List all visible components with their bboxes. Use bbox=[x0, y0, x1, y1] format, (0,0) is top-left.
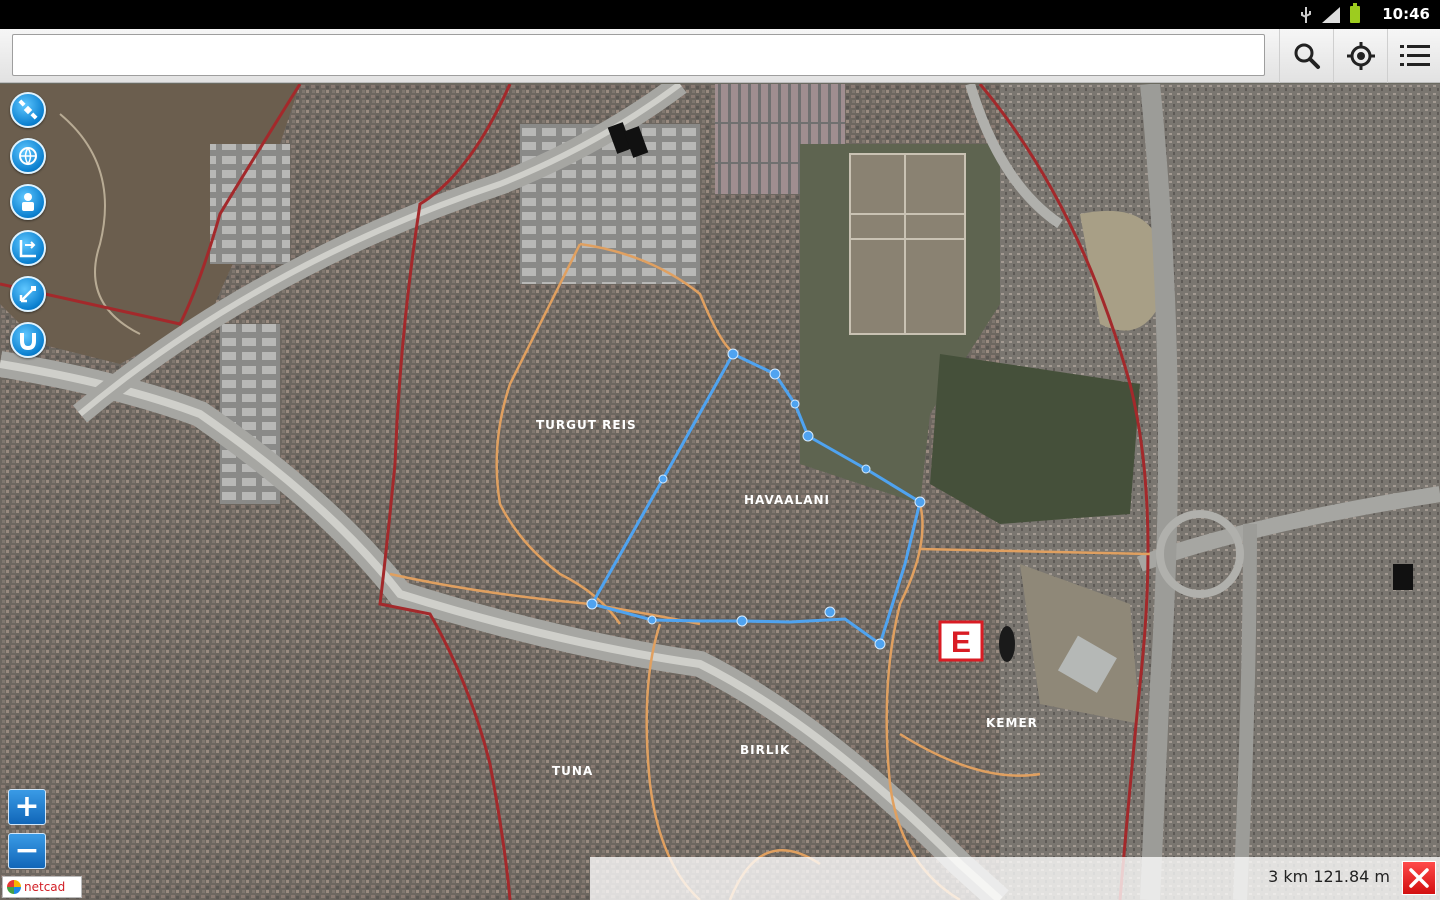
map-label: TUNA bbox=[552, 764, 593, 778]
magnet-icon bbox=[20, 333, 36, 351]
layers-tool-button[interactable] bbox=[10, 138, 46, 174]
close-measurement-button[interactable] bbox=[1402, 861, 1436, 895]
green-area bbox=[930, 354, 1140, 524]
search-icon bbox=[1294, 43, 1320, 69]
usb-icon bbox=[1301, 6, 1311, 23]
logo-text: netcad bbox=[24, 880, 66, 894]
signal-icon bbox=[1322, 6, 1340, 23]
map-label: BIRLIK bbox=[740, 743, 790, 757]
industrial-block bbox=[520, 124, 700, 284]
map-label: KEMER bbox=[986, 716, 1038, 730]
measurement-value: 3 km 121.84 m bbox=[1268, 867, 1390, 886]
search-toolbar bbox=[0, 29, 1440, 83]
field-plots bbox=[849, 153, 966, 335]
menu-button[interactable] bbox=[1387, 29, 1440, 83]
status-bar: 10:46 bbox=[0, 0, 1440, 29]
logo-icon bbox=[7, 880, 21, 894]
info-tool-button[interactable] bbox=[10, 184, 46, 220]
measure-distance-button[interactable] bbox=[10, 230, 46, 266]
menu-icon bbox=[1399, 45, 1430, 66]
measurement-bar: 3 km 121.84 m bbox=[590, 857, 1440, 900]
map-app: { "status_bar": { "time": "10:46" }, "se… bbox=[0, 0, 1440, 900]
snap-tool-button[interactable] bbox=[10, 322, 46, 358]
battery-icon bbox=[1350, 3, 1360, 23]
crosshair-icon bbox=[1346, 42, 1375, 70]
poi-marker-letter: E bbox=[951, 626, 971, 659]
map-label: HAVAALANI bbox=[744, 493, 830, 507]
search-input[interactable] bbox=[12, 34, 1265, 76]
clock: 10:46 bbox=[1382, 5, 1430, 23]
map-label: TURGUT REIS bbox=[536, 418, 637, 432]
map-tools bbox=[10, 92, 46, 358]
zoom-in-button[interactable]: + bbox=[8, 789, 46, 825]
info-pin-icon bbox=[22, 193, 34, 211]
close-icon bbox=[1409, 868, 1429, 888]
satellite-tool-button[interactable] bbox=[10, 92, 46, 128]
globe-layers-icon bbox=[19, 147, 37, 166]
water-tank bbox=[999, 626, 1015, 662]
measure-area-icon bbox=[19, 286, 36, 303]
locate-button[interactable] bbox=[1333, 29, 1387, 83]
netcad-logo: netcad bbox=[2, 876, 82, 898]
satellite-icon bbox=[18, 99, 38, 120]
measure-area-button[interactable] bbox=[10, 276, 46, 312]
measure-line-icon bbox=[19, 240, 36, 258]
zoom-out-button[interactable]: − bbox=[8, 833, 46, 869]
satellite-map[interactable]: TURGUT REIS HAVAALANI KEMER BIRLIK TUNA … bbox=[0, 84, 1440, 900]
search-button[interactable] bbox=[1279, 29, 1333, 83]
poi-marker[interactable]: E bbox=[938, 620, 984, 662]
